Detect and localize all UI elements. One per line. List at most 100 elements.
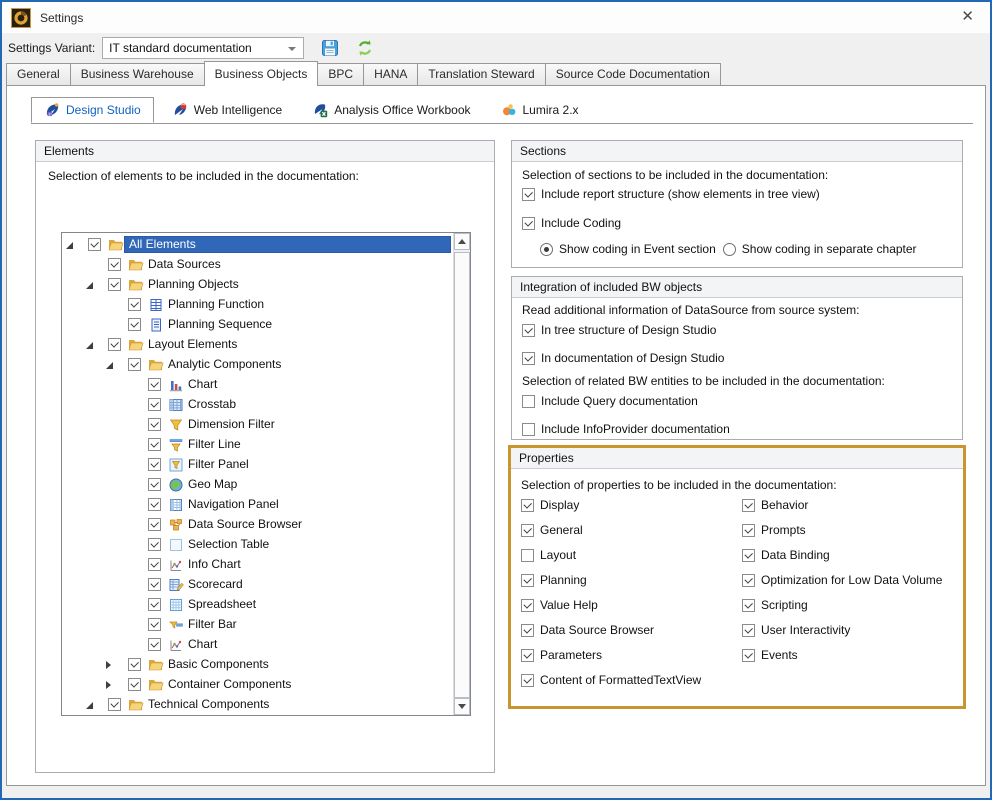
tree-item-data-source-browser[interactable]: Data Source Browser	[62, 515, 453, 535]
checkbox[interactable]	[128, 358, 141, 371]
properties-checkbox-user-interactivity[interactable]: User Interactivity	[742, 623, 850, 637]
radio-button[interactable]	[723, 243, 736, 256]
expand-toggle-icon[interactable]	[106, 681, 111, 689]
properties-checkbox-parameters[interactable]: Parameters	[521, 648, 602, 662]
expand-toggle-icon[interactable]	[106, 661, 111, 669]
checkbox[interactable]	[522, 188, 535, 201]
checkbox[interactable]	[742, 649, 755, 662]
collapse-toggle-icon[interactable]	[86, 342, 93, 349]
scroll-thumb[interactable]	[454, 252, 470, 698]
checkbox[interactable]	[742, 549, 755, 562]
checkbox[interactable]	[522, 217, 535, 230]
radio-show-coding-in-event-section[interactable]: Show coding in Event section	[540, 242, 716, 256]
checkbox[interactable]	[148, 418, 161, 431]
tree-item-analytic-components[interactable]: Analytic Components	[62, 355, 453, 375]
checkbox[interactable]	[88, 238, 101, 251]
checkbox[interactable]	[108, 258, 121, 271]
radio-show-coding-in-separate-chapter[interactable]: Show coding in separate chapter	[723, 242, 917, 256]
tab-bpc[interactable]: BPC	[317, 63, 364, 85]
properties-checkbox-display[interactable]: Display	[521, 498, 579, 512]
checkbox[interactable]	[742, 574, 755, 587]
integration-checkbox-include-query-documentation[interactable]: Include Query documentation	[522, 394, 698, 408]
tab-source-code-documentation[interactable]: Source Code Documentation	[545, 63, 721, 85]
tree-item-filter-line[interactable]: Filter Line	[62, 435, 453, 455]
properties-checkbox-prompts[interactable]: Prompts	[742, 523, 806, 537]
checkbox[interactable]	[128, 298, 141, 311]
properties-checkbox-content-of-formattedtextview[interactable]: Content of FormattedTextView	[521, 673, 701, 687]
checkbox[interactable]	[521, 649, 534, 662]
checkbox[interactable]	[522, 324, 535, 337]
checkbox[interactable]	[108, 338, 121, 351]
properties-checkbox-value-help[interactable]: Value Help	[521, 598, 598, 612]
subtab-web-intelligence[interactable]: Web Intelligence	[160, 97, 295, 123]
tree-item-planning-function[interactable]: Planning Function	[62, 295, 453, 315]
properties-checkbox-events[interactable]: Events	[742, 648, 798, 662]
collapse-toggle-icon[interactable]	[86, 702, 93, 709]
checkbox[interactable]	[521, 624, 534, 637]
tree-item-technical-components[interactable]: Technical Components	[62, 695, 453, 715]
checkbox[interactable]	[148, 378, 161, 391]
tree-item-basic-components[interactable]: Basic Components	[62, 655, 453, 675]
properties-checkbox-scripting[interactable]: Scripting	[742, 598, 808, 612]
tree-item-chart[interactable]: Chart	[62, 635, 453, 655]
integration-checkbox-in-tree-structure-of-design-studio[interactable]: In tree structure of Design Studio	[522, 323, 716, 337]
tree-item-dimension-filter[interactable]: Dimension Filter	[62, 415, 453, 435]
checkbox[interactable]	[522, 352, 535, 365]
tab-hana[interactable]: HANA	[363, 63, 418, 85]
subtab-lumira-2-x[interactable]: Lumira 2.x	[489, 97, 591, 123]
checkbox[interactable]	[521, 599, 534, 612]
checkbox[interactable]	[128, 678, 141, 691]
tree-item-spreadsheet[interactable]: Spreadsheet	[62, 595, 453, 615]
collapse-toggle-icon[interactable]	[86, 282, 93, 289]
properties-checkbox-behavior[interactable]: Behavior	[742, 498, 808, 512]
integration-checkbox-in-documentation-of-design-studio[interactable]: In documentation of Design Studio	[522, 351, 724, 365]
checkbox[interactable]	[742, 624, 755, 637]
refresh-icon[interactable]	[356, 39, 374, 57]
save-icon[interactable]	[321, 39, 339, 57]
checkbox[interactable]	[742, 499, 755, 512]
checkbox[interactable]	[148, 598, 161, 611]
properties-checkbox-data-binding[interactable]: Data Binding	[742, 548, 830, 562]
checkbox[interactable]	[148, 458, 161, 471]
checkbox[interactable]	[148, 558, 161, 571]
checkbox[interactable]	[148, 618, 161, 631]
checkbox[interactable]	[148, 518, 161, 531]
tab-business-objects[interactable]: Business Objects	[204, 61, 319, 86]
scroll-up-button[interactable]	[454, 233, 470, 250]
checkbox[interactable]	[148, 538, 161, 551]
sections-checkbox-include-report-structure-show-elements-in-tree-view[interactable]: Include report structure (show elements …	[522, 187, 820, 201]
sections-checkbox-include-coding[interactable]: Include Coding	[522, 216, 621, 230]
tree-item-scorecard[interactable]: Scorecard	[62, 575, 453, 595]
tree-item-crosstab[interactable]: Crosstab	[62, 395, 453, 415]
checkbox[interactable]	[128, 658, 141, 671]
properties-checkbox-optimization-for-low-data-volume[interactable]: Optimization for Low Data Volume	[742, 573, 942, 587]
tree-item-geo-map[interactable]: Geo Map	[62, 475, 453, 495]
subtab-design-studio[interactable]: Design Studio	[31, 97, 154, 123]
checkbox[interactable]	[521, 549, 534, 562]
tree-item-planning-objects[interactable]: Planning Objects	[62, 275, 453, 295]
tree-item-info-chart[interactable]: Info Chart	[62, 555, 453, 575]
checkbox[interactable]	[521, 674, 534, 687]
checkbox[interactable]	[148, 398, 161, 411]
checkbox[interactable]	[148, 498, 161, 511]
checkbox[interactable]	[148, 478, 161, 491]
properties-checkbox-data-source-browser[interactable]: Data Source Browser	[521, 623, 654, 637]
checkbox[interactable]	[521, 574, 534, 587]
properties-checkbox-layout[interactable]: Layout	[521, 548, 576, 562]
tree-item-data-sources[interactable]: Data Sources	[62, 255, 453, 275]
collapse-toggle-icon[interactable]	[106, 362, 113, 369]
checkbox[interactable]	[108, 278, 121, 291]
checkbox[interactable]	[128, 318, 141, 331]
tree-item-chart[interactable]: Chart	[62, 375, 453, 395]
settings-variant-combobox[interactable]: IT standard documentation	[102, 37, 304, 59]
tree-item-navigation-panel[interactable]: Navigation Panel	[62, 495, 453, 515]
checkbox[interactable]	[521, 499, 534, 512]
checkbox[interactable]	[522, 423, 535, 436]
tree-item-filter-panel[interactable]: Filter Panel	[62, 455, 453, 475]
properties-checkbox-planning[interactable]: Planning	[521, 573, 587, 587]
checkbox[interactable]	[742, 599, 755, 612]
collapse-toggle-icon[interactable]	[66, 242, 73, 249]
tab-translation-steward[interactable]: Translation Steward	[417, 63, 545, 85]
checkbox[interactable]	[108, 698, 121, 711]
tree-item-selection-table[interactable]: Selection Table	[62, 535, 453, 555]
